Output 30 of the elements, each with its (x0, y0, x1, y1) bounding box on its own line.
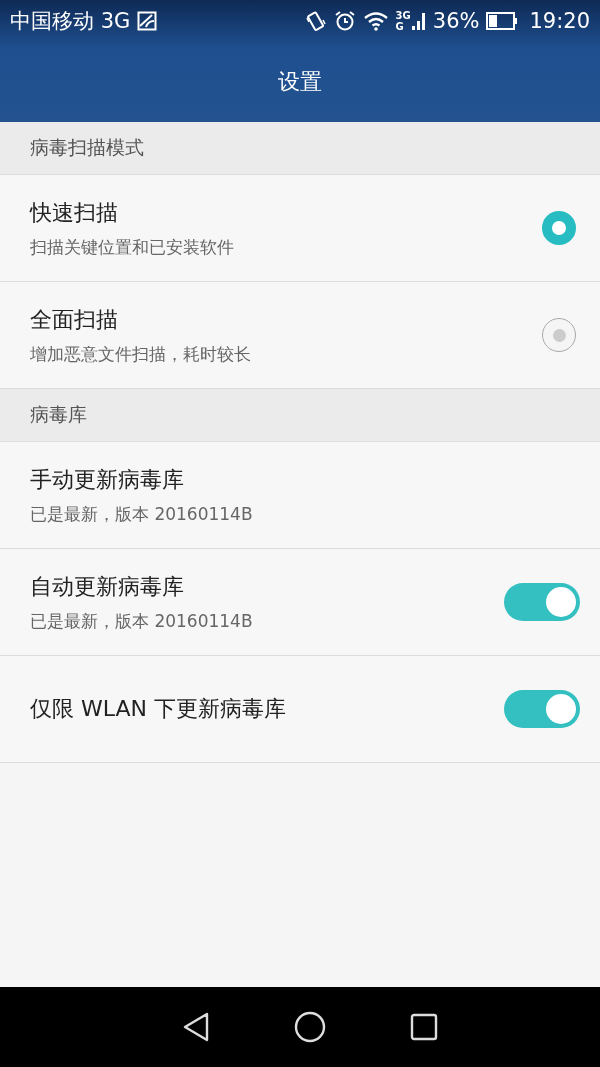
wifi-icon (362, 11, 389, 31)
item-subtitle: 已是最新，版本 20160114B (30, 609, 254, 633)
toggle-switch[interactable] (504, 583, 580, 621)
image-icon (137, 11, 158, 31)
recents-icon[interactable] (410, 1013, 438, 1041)
network-type-label: G (395, 21, 405, 32)
vibrate-icon (304, 10, 327, 32)
battery-percent: 36% (432, 9, 480, 33)
item-title: 自动更新病毒库 (30, 572, 185, 601)
battery-icon (486, 12, 519, 30)
item-title: 手动更新病毒库 (30, 465, 185, 494)
page-title: 设置 (278, 68, 322, 96)
alarm-icon (333, 10, 356, 32)
section-header: 病毒扫描模式 (0, 122, 600, 175)
item-title: 快速扫描 (30, 198, 119, 227)
carrier-label: 中国移动 3G (10, 8, 131, 35)
item-subtitle: 增加恶意文件扫描，耗时较长 (30, 342, 252, 366)
radio-button[interactable] (542, 318, 576, 352)
radio-button[interactable] (542, 211, 576, 245)
back-icon[interactable] (182, 1012, 210, 1042)
item-title: 全面扫描 (30, 305, 119, 334)
signal-icon (411, 10, 426, 32)
toggle-switch[interactable] (504, 690, 580, 728)
item-subtitle: 扫描关键位置和已安装软件 (30, 235, 235, 259)
section-header: 病毒库 (0, 389, 600, 442)
home-icon[interactable] (294, 1011, 326, 1043)
network-type-label: 3G (395, 10, 411, 21)
clock-time: 19:20 (529, 9, 590, 33)
item-title: 仅限 WLAN 下更新病毒库 (30, 695, 287, 723)
item-subtitle: 已是最新，版本 20160114B (30, 502, 254, 526)
